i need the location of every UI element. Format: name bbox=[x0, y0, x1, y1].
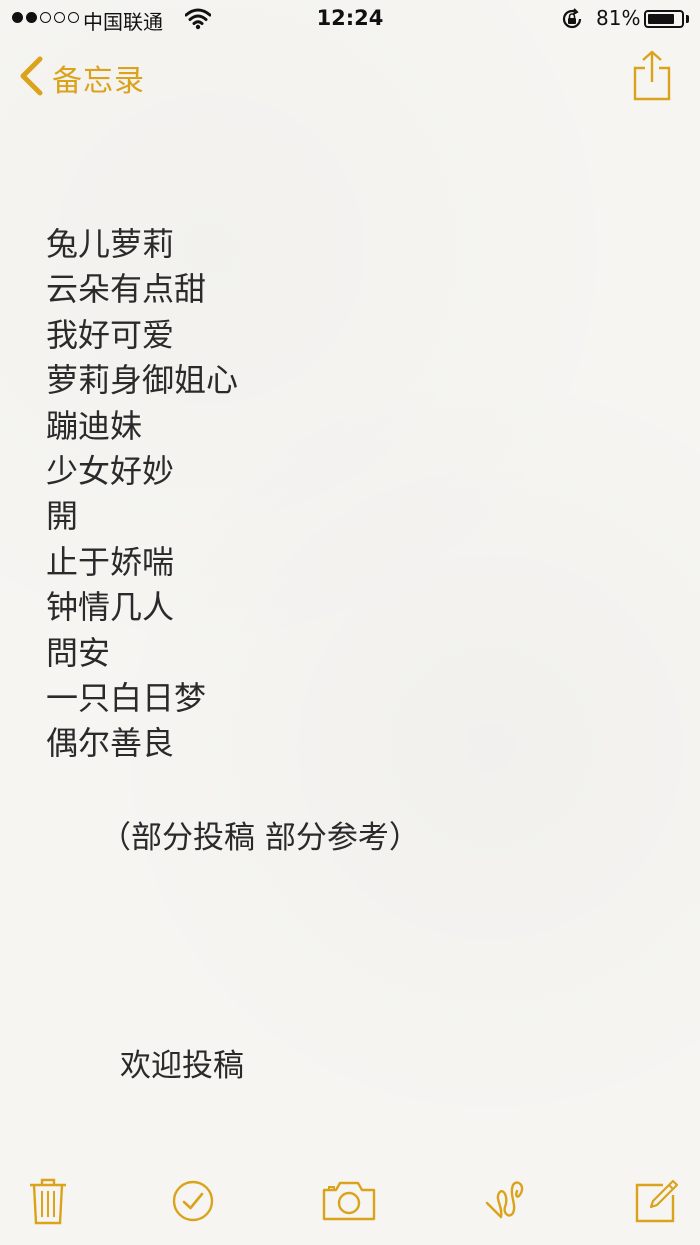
note-source-line: （部分投稿 部分参考） bbox=[100, 820, 420, 856]
compose-button[interactable] bbox=[630, 1176, 684, 1230]
note-line: 云朵有点甜 bbox=[46, 270, 207, 309]
sketch-squiggle-icon bbox=[483, 1177, 531, 1229]
delete-button[interactable] bbox=[21, 1176, 75, 1230]
share-button[interactable] bbox=[632, 50, 672, 102]
status-bar: 中国联通 12:24 81% bbox=[0, 0, 700, 40]
battery-percentage: 81% bbox=[596, 6, 641, 30]
rotation-lock-icon bbox=[560, 7, 584, 36]
note-welcome-line: 欢迎投稿 bbox=[120, 1048, 244, 1084]
checklist-button[interactable] bbox=[166, 1176, 220, 1230]
clock-time: 12:24 bbox=[316, 6, 384, 30]
battery-cap bbox=[686, 15, 689, 23]
note-line: 兔儿萝莉 bbox=[46, 225, 175, 263]
chevron-left-icon bbox=[18, 56, 44, 100]
note-line: 偶尔善良 bbox=[46, 724, 175, 763]
note-line: 問安 bbox=[46, 633, 111, 672]
camera-icon bbox=[321, 1180, 377, 1226]
sketch-button[interactable] bbox=[480, 1176, 534, 1230]
note-line: 開 bbox=[46, 497, 79, 536]
note-line: 萝莉身御姐心 bbox=[46, 361, 239, 400]
camera-button[interactable] bbox=[320, 1176, 378, 1230]
note-line: 钟情几人 bbox=[46, 588, 175, 627]
note-line: 蹦迪妹 bbox=[46, 406, 143, 445]
battery-icon bbox=[644, 10, 684, 28]
checkmark-circle-icon bbox=[171, 1179, 215, 1227]
note-body[interactable]: 兔儿萝莉云朵有点甜我好可爱萝莉身御姐心 蹦迪妹少女好妙開止于娇喘钟情几人問安一只白… bbox=[46, 222, 666, 767]
note-line: 少女好妙 bbox=[46, 451, 175, 490]
note-line: 一只白日梦 bbox=[46, 678, 207, 717]
back-button-label: 备忘录 bbox=[52, 64, 145, 99]
trash-icon bbox=[28, 1177, 68, 1229]
back-button[interactable]: 备忘录 bbox=[18, 56, 145, 100]
compose-icon bbox=[633, 1177, 681, 1229]
note-line: 我好可爱 bbox=[46, 315, 175, 354]
share-icon bbox=[632, 50, 672, 106]
note-line: 止于娇喘 bbox=[46, 542, 175, 581]
battery-level-fill bbox=[648, 14, 674, 24]
